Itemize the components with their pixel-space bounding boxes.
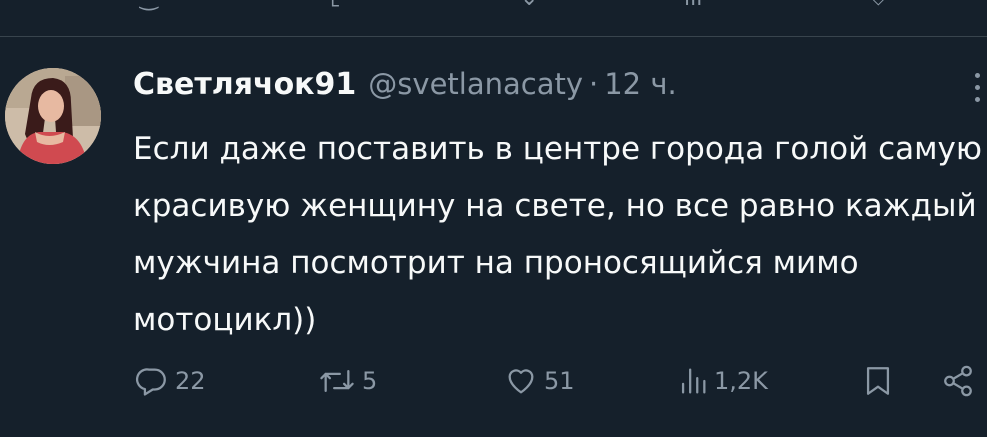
tweet-text: Если даже поставить в центре города голо… bbox=[133, 131, 982, 338]
share-icon bbox=[944, 365, 972, 397]
views-icon[interactable]: ııl bbox=[684, 0, 702, 11]
like-icon bbox=[508, 369, 534, 394]
reply-button[interactable]: 22 bbox=[135, 364, 206, 398]
repost-button[interactable]: 5 bbox=[318, 364, 377, 398]
user-handle[interactable]: @svetlanacaty bbox=[368, 67, 583, 101]
display-name[interactable]: Светлячок91 bbox=[133, 67, 356, 102]
views-icon bbox=[681, 368, 706, 394]
like-icon[interactable]: ⌄ bbox=[520, 0, 538, 11]
separator-dot: · bbox=[589, 67, 599, 101]
repost-icon[interactable]: ⌞ bbox=[330, 0, 340, 11]
views-count: 1,2K bbox=[714, 367, 768, 395]
bookmark-icon[interactable]: ⌵ bbox=[870, 0, 887, 11]
bookmark-icon bbox=[866, 367, 890, 395]
repost-icon bbox=[320, 369, 354, 393]
like-count: 51 bbox=[544, 367, 575, 395]
reply-count: 22 bbox=[175, 367, 206, 395]
tweet-header: Светлячок91 @svetlanacaty · 12 ч. bbox=[133, 67, 677, 111]
more-icon[interactable] bbox=[969, 73, 987, 109]
tweet-actions: 22 5 51 1,2K bbox=[135, 364, 987, 404]
reply-icon bbox=[135, 368, 166, 396]
reply-icon[interactable]: ‿ bbox=[140, 0, 158, 11]
share-button[interactable] bbox=[941, 364, 975, 398]
avatar[interactable] bbox=[5, 68, 101, 164]
like-button[interactable]: 51 bbox=[504, 364, 575, 398]
repost-count: 5 bbox=[362, 367, 378, 395]
bookmark-button[interactable] bbox=[863, 364, 893, 398]
share-icon[interactable]: ◦ bbox=[960, 0, 973, 11]
timestamp[interactable]: 12 ч. bbox=[604, 67, 676, 101]
views-button[interactable]: 1,2K bbox=[678, 364, 768, 398]
tweet[interactable]: Светлячок91 @svetlanacaty · 12 ч. Если д… bbox=[0, 37, 987, 437]
previous-tweet-actions: ‿ ⌞ ⌄ ııl ⌵ ◦ bbox=[0, 0, 987, 12]
